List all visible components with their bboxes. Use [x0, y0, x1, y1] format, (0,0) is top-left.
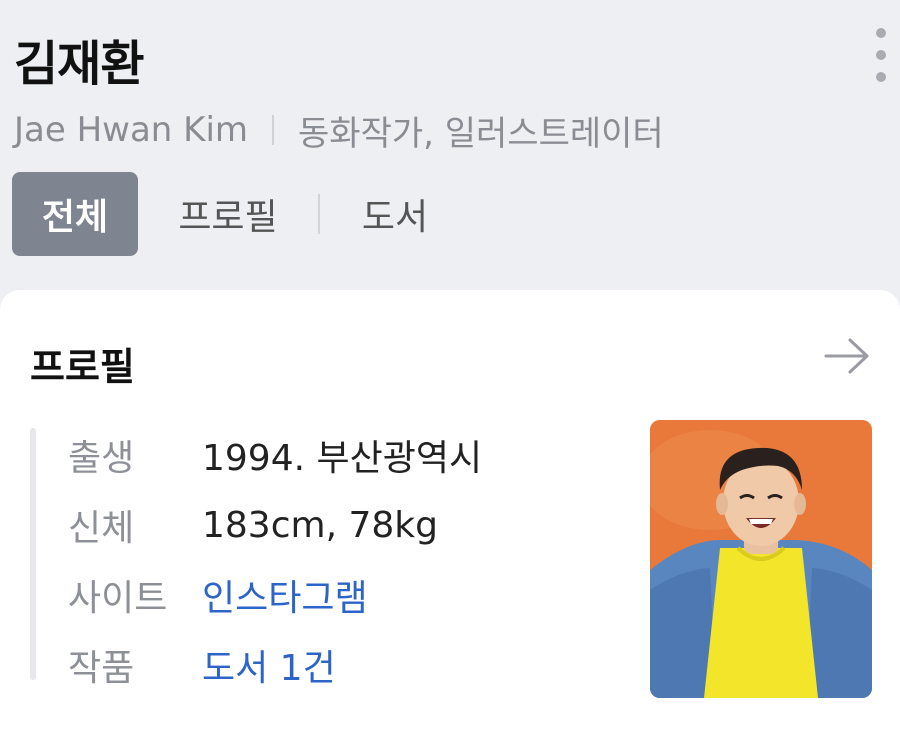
works-label: 작품: [68, 648, 135, 689]
works-link[interactable]: 도서 1건: [202, 639, 336, 691]
tab-profile[interactable]: 프로필: [138, 172, 318, 256]
info-bar: [30, 428, 36, 680]
birth-label: 출생: [68, 438, 135, 479]
person-subline: Jae Hwan Kim 동화작가, 일러스트레이터: [14, 108, 664, 154]
info-row-works: 작품 도서 1건: [68, 630, 482, 700]
header: 김재환 Jae Hwan Kim 동화작가, 일러스트레이터 전체 프로필 도서: [0, 0, 900, 290]
site-label: 사이트: [68, 578, 168, 619]
profile-card: 프로필 출생 1994. 부산광역시 신체 183cm, 78kg 사이트 인스…: [0, 290, 900, 730]
tab-books[interactable]: 도서: [320, 172, 470, 256]
arrow-right-icon[interactable]: [820, 334, 874, 378]
body-value: 183cm, 78kg: [202, 504, 438, 546]
info-row-site: 사이트 인스타그램: [68, 560, 482, 630]
tab-all[interactable]: 전체: [12, 172, 138, 256]
occupation: 동화작가, 일러스트레이터: [298, 113, 664, 154]
info-row-birth: 출생 1994. 부산광역시: [68, 420, 482, 490]
profile-section-title: 프로필: [30, 345, 135, 389]
instagram-link[interactable]: 인스타그램: [202, 569, 368, 621]
tab-bar: 전체 프로필 도서: [12, 172, 470, 256]
body-label: 신체: [68, 508, 135, 549]
birth-value: 1994. 부산광역시: [202, 438, 483, 479]
person-name: 김재환: [14, 36, 144, 92]
photo-illustration: [650, 420, 872, 698]
divider: [272, 115, 275, 145]
more-options-icon[interactable]: [868, 28, 894, 82]
english-name: Jae Hwan Kim: [14, 110, 249, 150]
info-row-body: 신체 183cm, 78kg: [68, 490, 482, 560]
profile-photo[interactable]: [650, 420, 872, 698]
profile-info: 출생 1994. 부산광역시 신체 183cm, 78kg 사이트 인스타그램 …: [68, 420, 482, 700]
